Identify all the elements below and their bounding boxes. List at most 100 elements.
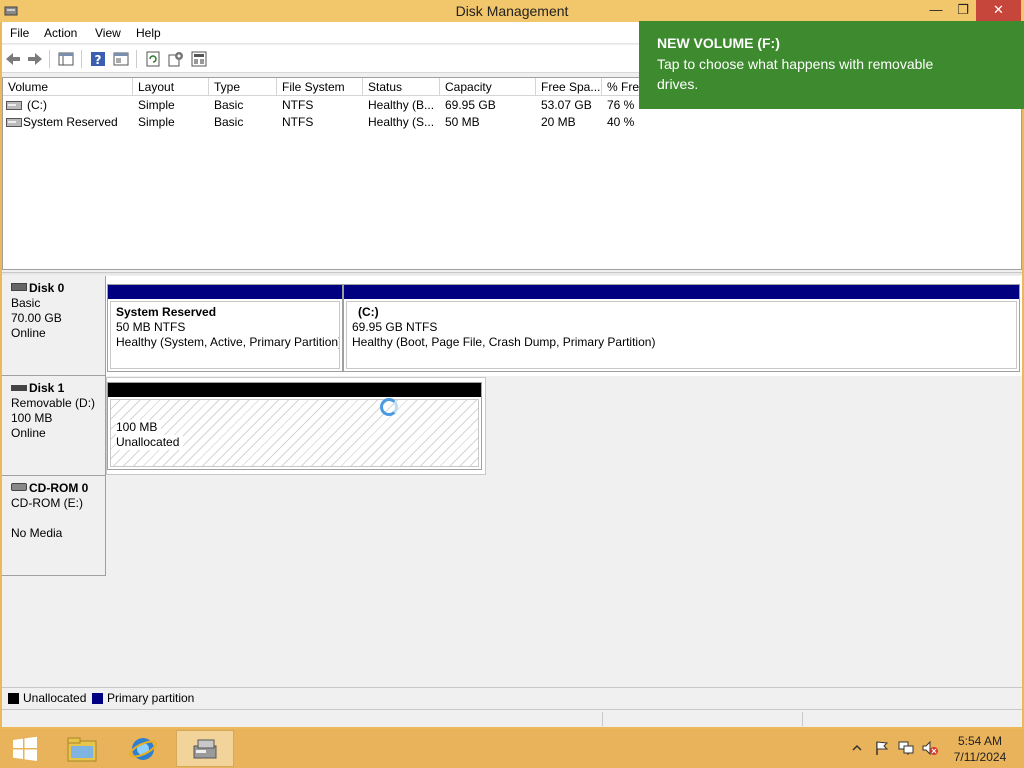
volume-muted-icon[interactable] xyxy=(920,739,940,757)
toolbar-separator xyxy=(49,50,50,68)
column-header-status[interactable]: Status xyxy=(363,78,440,96)
volume-name-cell: System Reserved xyxy=(23,115,118,129)
restore-button[interactable]: ❐ xyxy=(950,0,976,21)
windows-logo-icon xyxy=(13,736,37,761)
console-tree-icon[interactable] xyxy=(57,50,75,68)
cdrom-0-spacer xyxy=(11,511,105,526)
disk-0-state: Online xyxy=(11,326,46,340)
disk-0-name: Disk 0 xyxy=(29,281,65,295)
percent-free-cell: 76 % xyxy=(607,98,635,112)
partition-body: (C:) 69.95 GB NTFS Healthy (Boot, Page F… xyxy=(346,301,1017,369)
forward-arrow-icon[interactable] xyxy=(26,50,44,68)
window-title: Disk Management xyxy=(455,3,569,19)
column-header-capacity[interactable]: Capacity xyxy=(440,78,536,96)
title-bar[interactable]: Disk Management — ❐ ✕ xyxy=(0,0,1024,22)
cdrom-0-type: CD-ROM (E:) xyxy=(11,496,83,510)
cdrom-0-name: CD-ROM 0 xyxy=(29,481,89,495)
layout-cell: Simple xyxy=(138,98,175,112)
help-icon[interactable]: ? xyxy=(89,50,107,68)
partition-size: 69.95 GB NTFS xyxy=(352,320,438,334)
column-header-type[interactable]: Type xyxy=(209,78,277,96)
partition-status: Healthy (System, Active, Primary Partiti… xyxy=(116,335,340,349)
drive-icon xyxy=(6,101,22,110)
disk-management-icon[interactable] xyxy=(176,730,234,767)
show-hidden-icons-icon[interactable] xyxy=(851,739,863,757)
disk-icon xyxy=(11,283,27,291)
close-button[interactable]: ✕ xyxy=(976,0,1021,21)
status-bar-segment xyxy=(602,712,603,726)
column-header-volume[interactable]: Volume xyxy=(3,78,133,96)
file-explorer-icon[interactable] xyxy=(53,730,111,767)
busy-cursor-icon xyxy=(380,398,398,416)
action-center-flag-icon[interactable] xyxy=(873,739,891,757)
disk-map: Disk 0 Basic 70.00 GB Online System Rese… xyxy=(2,276,1022,689)
free-space-cell: 20 MB xyxy=(541,115,576,129)
status-bar-segment xyxy=(802,712,803,726)
volume-name-cell: (C:) xyxy=(27,98,47,112)
partition-bar xyxy=(108,383,481,397)
legend-unallocated-label: Unallocated xyxy=(23,691,87,705)
toolbar-separator xyxy=(136,50,137,68)
partition-size: 100 MB xyxy=(116,420,162,435)
column-header-free-space[interactable]: Free Spa... xyxy=(536,78,602,96)
start-button[interactable] xyxy=(0,729,50,768)
properties-icon[interactable] xyxy=(112,50,130,68)
type-cell: Basic xyxy=(214,115,244,129)
menu-file[interactable]: File xyxy=(10,26,29,40)
disk-1-name: Disk 1 xyxy=(29,381,65,395)
clock[interactable]: 5:54 AM 7/11/2024 xyxy=(950,733,1010,765)
file-system-cell: NTFS xyxy=(282,115,314,129)
partition-size: 50 MB NTFS xyxy=(116,320,186,334)
capacity-cell: 69.95 GB xyxy=(445,98,496,112)
clock-date: 7/11/2024 xyxy=(953,750,1007,764)
partition-body: System Reserved 50 MB NTFS Healthy (Syst… xyxy=(110,301,340,369)
internet-explorer-icon[interactable] xyxy=(114,730,172,767)
refresh-icon[interactable] xyxy=(144,50,162,68)
cdrom-0-label[interactable]: CD-ROM 0 CD-ROM (E:) No Media xyxy=(2,476,106,576)
disk-management-window: Disk Management — ❐ ✕ File Action View H… xyxy=(0,0,1024,729)
status-cell: Healthy (B... xyxy=(368,98,435,112)
network-icon[interactable] xyxy=(896,739,916,757)
partition-status: Healthy (Boot, Page File, Crash Dump, Pr… xyxy=(352,335,656,349)
disk-1-state: Online xyxy=(11,426,46,440)
partition-body: 100 MB Unallocated xyxy=(110,399,479,467)
layout-cell: Simple xyxy=(138,115,175,129)
clock-time: 5:54 AM xyxy=(957,734,1003,748)
disk-0-label[interactable]: Disk 0 Basic 70.00 GB Online xyxy=(2,276,106,376)
svg-text:?: ? xyxy=(95,53,102,67)
cdrom-icon xyxy=(11,483,27,491)
column-header-file-system[interactable]: File System xyxy=(277,78,363,96)
client-area: File Action View Help ? Volume Layout Ty… xyxy=(2,22,1022,727)
cdrom-0-state: No Media xyxy=(11,526,63,540)
toast-body: Tap to choose what happens with removabl… xyxy=(657,56,934,92)
partition-bar xyxy=(108,285,342,299)
disk-0-size: 70.00 GB xyxy=(11,311,62,325)
toolbar-separator xyxy=(81,50,82,68)
minimize-button[interactable]: — xyxy=(922,0,950,21)
capacity-cell: 50 MB xyxy=(445,115,480,129)
file-system-cell: NTFS xyxy=(282,98,314,112)
disk-1-type: Removable (D:) xyxy=(11,396,96,410)
taskbar: 5:54 AM 7/11/2024 xyxy=(0,729,1024,768)
status-bar xyxy=(2,709,1022,727)
partition-c[interactable]: (C:) 69.95 GB NTFS Healthy (Boot, Page F… xyxy=(343,284,1020,372)
partition-status: Unallocated xyxy=(116,435,184,450)
partition-bar xyxy=(344,285,1019,299)
export-icon[interactable] xyxy=(190,50,208,68)
disk-1-label[interactable]: Disk 1 Removable (D:) 100 MB Online xyxy=(2,376,106,476)
legend-primary-label: Primary partition xyxy=(107,691,195,705)
toast-title: NEW VOLUME (F:) xyxy=(657,35,780,51)
partition-name: (C:) xyxy=(358,305,379,319)
column-header-layout[interactable]: Layout xyxy=(133,78,209,96)
toast-notification[interactable]: NEW VOLUME (F:) Tap to choose what happe… xyxy=(639,21,1024,109)
partition-unallocated[interactable]: 100 MB Unallocated xyxy=(107,382,482,470)
menu-view[interactable]: View xyxy=(95,26,121,40)
pane-splitter[interactable] xyxy=(2,272,1022,275)
back-arrow-icon[interactable] xyxy=(4,50,22,68)
table-row[interactable]: System Reserved Simple Basic NTFS Health… xyxy=(3,114,1021,131)
drive-icon xyxy=(6,118,22,127)
menu-help[interactable]: Help xyxy=(136,26,161,40)
settings-icon[interactable] xyxy=(167,50,185,68)
partition-system-reserved[interactable]: System Reserved 50 MB NTFS Healthy (Syst… xyxy=(107,284,343,372)
menu-action[interactable]: Action xyxy=(44,26,77,40)
